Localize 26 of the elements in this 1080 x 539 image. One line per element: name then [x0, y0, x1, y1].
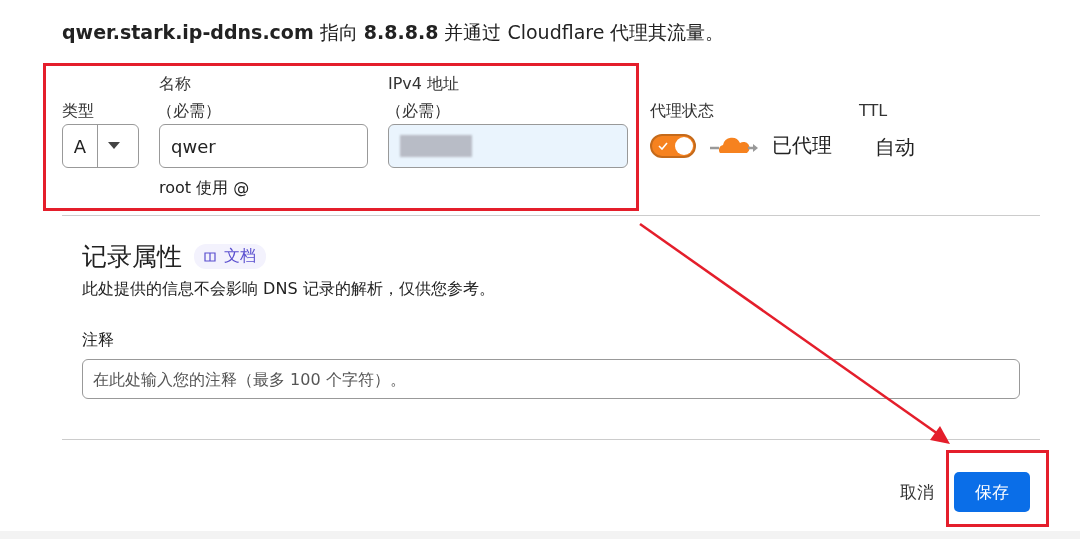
field-label: 注释	[82, 330, 115, 351]
proxy-toggle[interactable]	[650, 133, 696, 158]
check-icon	[658, 141, 668, 150]
field-label: 代理状态	[650, 100, 715, 122]
field-label: IPv4 地址	[388, 73, 461, 95]
docs-link[interactable]: 文档	[194, 244, 266, 269]
comment-input-field[interactable]: 在此处输入您的注释（最多 100 个字符）。	[82, 359, 1020, 399]
type-select[interactable]: A	[62, 124, 139, 168]
book-icon	[204, 251, 216, 262]
heading-text: qwer.stark.ip-ddns.com 指向 8.8.8.8 并通过 Cloudflare 代理其流量。	[62, 20, 725, 45]
caret-icon	[108, 142, 120, 150]
required-note: （必需）	[386, 100, 451, 122]
save-button[interactable]: 保存	[954, 472, 1030, 512]
ipv4-input-field[interactable]	[388, 124, 628, 168]
field-label: 类型	[62, 100, 95, 122]
section-title: 记录属性	[82, 241, 182, 273]
field-label: 名称	[159, 73, 192, 95]
redacted-value	[400, 135, 472, 157]
section-description: 此处提供的信息不会影响 DNS 记录的解析，仅供您参考。	[82, 279, 496, 300]
proxy-status: 已代理	[772, 132, 832, 159]
required-note: （必需）	[157, 100, 222, 122]
ttl-value: 自动	[875, 134, 915, 161]
hint-text: root 使用 @	[159, 178, 251, 199]
cancel-button[interactable]: 取消	[900, 472, 934, 512]
field-label: TTL	[859, 100, 889, 122]
name-input-field[interactable]: qwer	[159, 124, 368, 168]
